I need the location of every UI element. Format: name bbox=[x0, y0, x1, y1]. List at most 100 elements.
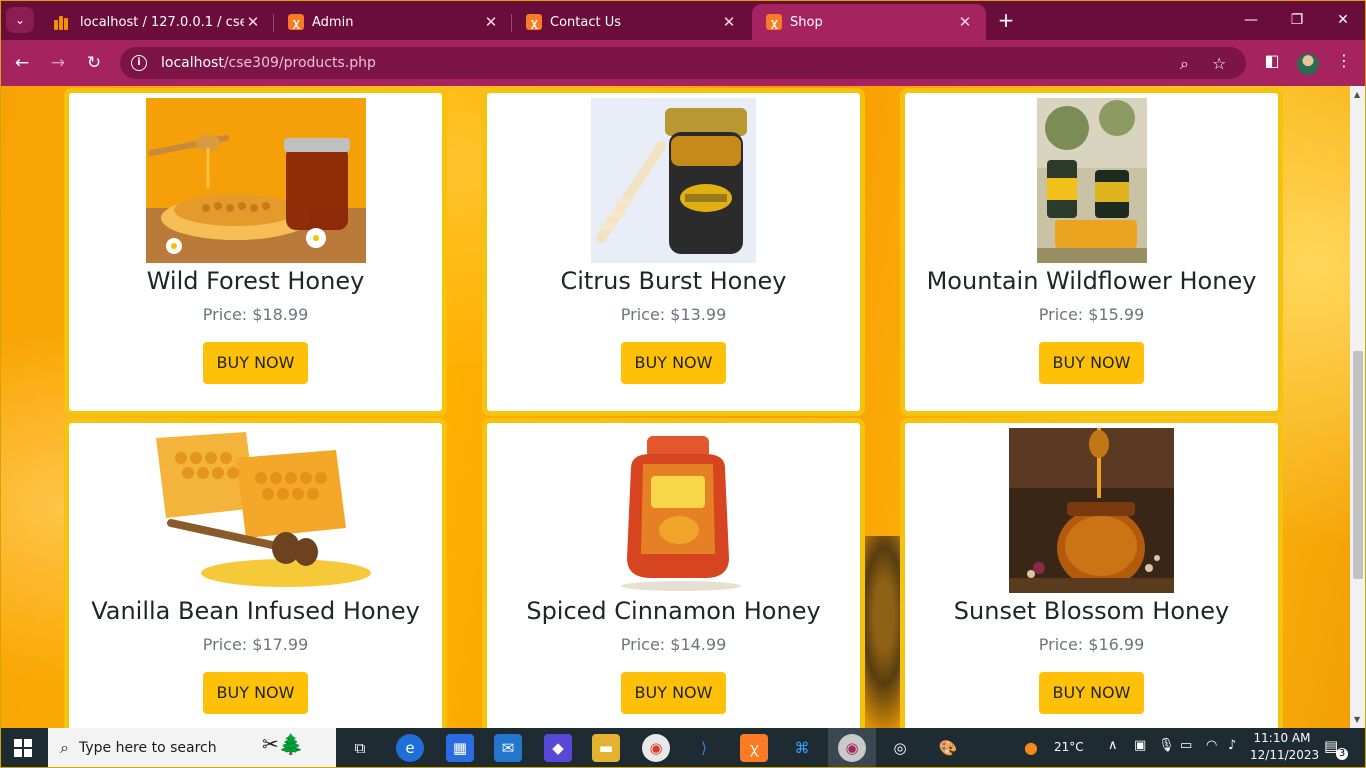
product-card: Spiced Cinnamon Honey Price: $14.99 BUY … bbox=[482, 418, 865, 728]
product-card: Mountain Wildflower Honey Price: $15.99 … bbox=[900, 88, 1283, 416]
address-bar[interactable]: i localhost/cse309/products.php ⌕ ☆ bbox=[120, 47, 1246, 79]
product-card: Citrus Burst Honey Price: $13.99 BUY NOW bbox=[482, 88, 865, 416]
tab-phpmyadmin[interactable]: localhost / 127.0.0.1 / cse309 / ✕ bbox=[40, 4, 274, 40]
tab-title: Contact Us bbox=[550, 14, 621, 30]
clock-date[interactable]: 12/11/2023 bbox=[1250, 748, 1319, 762]
page-viewport: Wild Forest Honey Price: $18.99 BUY NOW … bbox=[0, 86, 1350, 728]
close-icon[interactable]: ✕ bbox=[956, 13, 974, 31]
product-price: Price: $16.99 bbox=[1038, 635, 1145, 654]
product-image bbox=[145, 98, 366, 263]
xampp-taskbar-icon[interactable]: ꭓ bbox=[740, 734, 768, 762]
bookmark-star-icon[interactable]: ☆ bbox=[1212, 54, 1226, 73]
buy-now-button[interactable]: BUY NOW bbox=[202, 672, 309, 714]
browser-toolbar: ← → ↻ i localhost/cse309/products.php ⌕ … bbox=[0, 40, 1366, 86]
buy-now-button[interactable]: BUY NOW bbox=[620, 672, 727, 714]
camera-icon[interactable]: ▣ bbox=[1134, 738, 1146, 753]
task-view-icon[interactable]: ⧉ bbox=[346, 734, 374, 762]
store-icon[interactable]: ▦ bbox=[446, 734, 474, 762]
buy-now-button[interactable]: BUY NOW bbox=[1038, 342, 1145, 384]
weather-temperature[interactable]: 21°C bbox=[1054, 740, 1084, 754]
product-name: Spiced Cinnamon Honey bbox=[526, 597, 821, 625]
tab-title: Admin bbox=[312, 14, 354, 30]
taskbar-search-input[interactable]: ⌕ Type here to search ✂🌲 bbox=[48, 728, 336, 768]
chrome-active-icon[interactable]: ◉ bbox=[838, 734, 866, 762]
obs-icon[interactable]: ◎ bbox=[886, 734, 914, 762]
product-name: Vanilla Bean Infused Honey bbox=[91, 597, 420, 625]
paint-icon[interactable]: 🎨 bbox=[934, 734, 962, 762]
product-card: Vanilla Bean Infused Honey Price: $17.99… bbox=[64, 418, 447, 728]
clock-time[interactable]: 11:10 AM bbox=[1250, 731, 1314, 745]
close-icon[interactable]: ✕ bbox=[244, 13, 262, 31]
profile-avatar[interactable] bbox=[1297, 53, 1319, 75]
scroll-down-arrow-icon[interactable]: ▼ bbox=[1354, 715, 1360, 724]
product-image bbox=[591, 428, 756, 593]
close-icon[interactable]: ✕ bbox=[720, 13, 738, 31]
scroll-up-arrow-icon[interactable]: ▲ bbox=[1354, 90, 1360, 99]
file-explorer-icon[interactable]: ▬ bbox=[592, 734, 620, 762]
search-icon: ⌕ bbox=[60, 738, 69, 757]
tab-admin[interactable]: ꭓ Admin ✕ bbox=[274, 4, 512, 40]
product-name: Sunset Blossom Honey bbox=[953, 597, 1230, 625]
xampp-icon: ꭓ bbox=[526, 14, 542, 30]
product-price: Price: $17.99 bbox=[202, 635, 309, 654]
wifi-icon[interactable]: ◠ bbox=[1206, 738, 1217, 753]
minimize-icon[interactable]: — bbox=[1228, 6, 1274, 34]
url-path: /cse309/products.php bbox=[223, 55, 376, 71]
product-image bbox=[1036, 98, 1147, 263]
volume-icon[interactable]: ♪ bbox=[1228, 738, 1236, 753]
product-name: Wild Forest Honey bbox=[146, 267, 365, 295]
product-price: Price: $15.99 bbox=[1038, 305, 1145, 324]
window-close-icon[interactable]: ✕ bbox=[1320, 6, 1366, 34]
notification-count: 3 bbox=[1336, 748, 1348, 760]
xampp-icon: ꭓ bbox=[288, 14, 304, 30]
product-card: Wild Forest Honey Price: $18.99 BUY NOW bbox=[64, 88, 447, 416]
phpmyadmin-icon bbox=[54, 14, 72, 30]
tab-title: localhost / 127.0.0.1 / cse309 / bbox=[80, 14, 244, 30]
search-highlight-icon: ✂🌲 bbox=[262, 732, 304, 756]
tray-chevron-up-icon[interactable]: ∧ bbox=[1108, 738, 1118, 753]
copilot-icon[interactable]: ◆ bbox=[544, 734, 572, 762]
zoom-icon[interactable]: ⌕ bbox=[1180, 54, 1189, 74]
close-icon[interactable]: ✕ bbox=[482, 13, 500, 31]
mail-icon[interactable]: ✉ bbox=[494, 734, 522, 762]
restore-icon[interactable]: ❐ bbox=[1274, 6, 1320, 34]
product-price: Price: $18.99 bbox=[202, 305, 309, 324]
microphone-icon[interactable]: 🎙 bbox=[1158, 738, 1175, 753]
tab-shop[interactable]: ꭓ Shop ✕ bbox=[752, 4, 986, 40]
buy-now-button[interactable]: BUY NOW bbox=[1038, 672, 1145, 714]
product-card: Sunset Blossom Honey Price: $16.99 BUY N… bbox=[900, 418, 1283, 728]
windows-start-icon[interactable] bbox=[14, 739, 32, 757]
url-text[interactable]: localhost/cse309/products.php bbox=[161, 55, 376, 71]
product-image bbox=[591, 98, 756, 263]
forward-arrow-icon[interactable]: → bbox=[44, 49, 72, 77]
new-tab-button[interactable]: + bbox=[994, 9, 1018, 33]
side-panel-icon[interactable]: ◧ bbox=[1262, 51, 1282, 70]
chrome-icon[interactable]: ◉ bbox=[642, 734, 670, 762]
product-price: Price: $14.99 bbox=[620, 635, 727, 654]
weather-icon: ● bbox=[1024, 738, 1038, 757]
tab-title: Shop bbox=[790, 14, 823, 30]
tab-strip: ⌄ localhost / 127.0.0.1 / cse309 / ✕ ꭓ A… bbox=[0, 0, 1366, 40]
product-name: Mountain Wildflower Honey bbox=[926, 267, 1257, 295]
vscode-icon[interactable]: ⟩ bbox=[690, 734, 718, 762]
menu-kebab-icon[interactable]: ⋮ bbox=[1336, 51, 1352, 70]
product-price: Price: $13.99 bbox=[620, 305, 727, 324]
app-icon[interactable]: ⌘ bbox=[788, 734, 816, 762]
battery-icon[interactable]: ▭ bbox=[1180, 738, 1192, 753]
xampp-icon: ꭓ bbox=[766, 14, 782, 30]
scrollbar-thumb[interactable] bbox=[1353, 351, 1363, 579]
search-placeholder: Type here to search bbox=[78, 740, 217, 756]
url-host: localhost bbox=[161, 55, 224, 71]
product-image bbox=[1009, 428, 1174, 593]
vertical-scrollbar[interactable]: ▲ ▼ bbox=[1350, 86, 1366, 728]
edge-icon[interactable]: e bbox=[396, 734, 424, 762]
buy-now-button[interactable]: BUY NOW bbox=[620, 342, 727, 384]
chevron-down-icon: ⌄ bbox=[14, 13, 26, 27]
reload-icon[interactable]: ↻ bbox=[80, 49, 108, 77]
buy-now-button[interactable]: BUY NOW bbox=[202, 342, 309, 384]
tab-search-button[interactable]: ⌄ bbox=[6, 7, 34, 33]
back-arrow-icon[interactable]: ← bbox=[8, 49, 36, 77]
tab-contact-us[interactable]: ꭓ Contact Us ✕ bbox=[512, 4, 750, 40]
product-name: Citrus Burst Honey bbox=[560, 267, 787, 295]
site-info-icon[interactable]: i bbox=[131, 55, 147, 71]
